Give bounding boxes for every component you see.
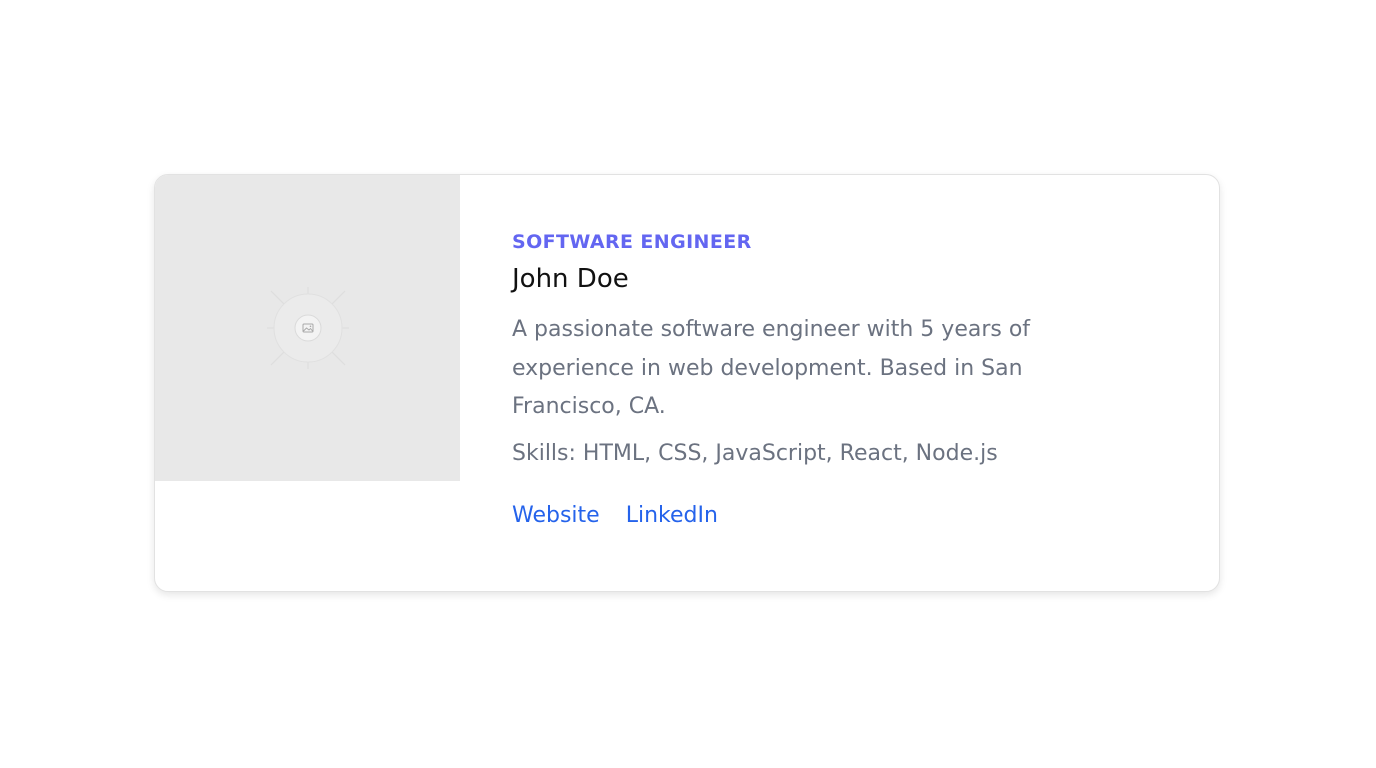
profile-content: SOFTWARE ENGINEER John Doe A passionate … — [512, 229, 1132, 531]
linkedin-link[interactable]: LinkedIn — [626, 501, 718, 531]
skills-text: Skills: HTML, CSS, JavaScript, React, No… — [512, 440, 998, 466]
image-placeholder-icon — [267, 287, 349, 369]
bio-text: A passionate software engineer with 5 ye… — [512, 317, 1031, 419]
profile-links: Website LinkedIn — [512, 501, 1132, 531]
website-link[interactable]: Website — [512, 501, 600, 531]
person-name: John Doe — [512, 264, 629, 294]
profile-card: SOFTWARE ENGINEER John Doe A passionate … — [154, 174, 1220, 592]
job-title: SOFTWARE ENGINEER — [512, 231, 752, 253]
profile-image-placeholder — [155, 175, 460, 481]
